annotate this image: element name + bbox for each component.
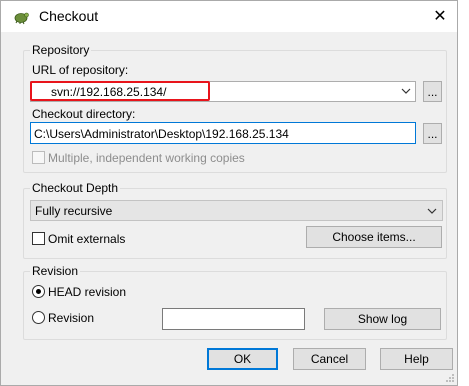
- revision-group-label: Revision: [32, 264, 79, 278]
- close-icon: ✕: [433, 8, 447, 25]
- depth-dropdown[interactable]: Fully recursive: [30, 200, 443, 221]
- checkout-depth-group-label: Checkout Depth: [32, 181, 119, 195]
- choose-items-button[interactable]: Choose items...: [306, 226, 442, 248]
- tortoise-icon: [14, 12, 29, 25]
- revision-number-field[interactable]: [162, 308, 305, 330]
- url-browse-button[interactable]: ...: [423, 81, 442, 102]
- depth-selected-value: Fully recursive: [35, 204, 113, 218]
- omit-externals-checkbox[interactable]: [32, 232, 45, 245]
- ok-button[interactable]: OK: [207, 348, 278, 370]
- url-browse-label: ...: [427, 84, 438, 99]
- choose-items-label: Choose items...: [332, 230, 416, 244]
- show-log-label: Show log: [357, 312, 408, 326]
- close-button[interactable]: ✕: [423, 1, 457, 31]
- directory-browse-button[interactable]: ...: [423, 123, 442, 144]
- ok-label: OK: [233, 352, 252, 366]
- resize-grip-icon[interactable]: [445, 373, 455, 383]
- head-revision-label: HEAD revision: [48, 285, 127, 299]
- show-log-button[interactable]: Show log: [324, 308, 441, 330]
- cancel-button[interactable]: Cancel: [293, 348, 366, 370]
- help-label: Help: [404, 352, 429, 366]
- url-label: URL of repository:: [32, 63, 129, 77]
- title-bar[interactable]: Checkout ✕: [1, 1, 457, 32]
- help-button[interactable]: Help: [380, 348, 453, 370]
- checkout-dialog: Checkout ✕ Repository URL of repository:…: [0, 0, 458, 386]
- url-highlight-box: [30, 81, 210, 101]
- multiple-working-copies-label: Multiple, independent working copies: [48, 151, 245, 165]
- specific-revision-label: Revision: [48, 311, 95, 325]
- window-title: Checkout: [39, 8, 99, 24]
- specific-revision-radio[interactable]: [32, 311, 45, 324]
- directory-browse-label: ...: [427, 126, 438, 141]
- radio-selected-dot: [36, 289, 41, 294]
- checkout-directory-field[interactable]: C:\Users\Administrator\Desktop\192.168.2…: [30, 122, 416, 144]
- repository-group-label: Repository: [32, 43, 90, 57]
- checkout-directory-value: C:\Users\Administrator\Desktop\192.168.2…: [34, 127, 289, 141]
- omit-externals-label: Omit externals: [48, 232, 126, 246]
- head-revision-radio[interactable]: [32, 285, 45, 298]
- multiple-working-copies-checkbox[interactable]: [32, 151, 45, 164]
- checkout-directory-label: Checkout directory:: [32, 107, 136, 121]
- chevron-down-icon[interactable]: [427, 205, 437, 217]
- cancel-label: Cancel: [310, 352, 349, 366]
- chevron-down-icon[interactable]: [401, 85, 411, 97]
